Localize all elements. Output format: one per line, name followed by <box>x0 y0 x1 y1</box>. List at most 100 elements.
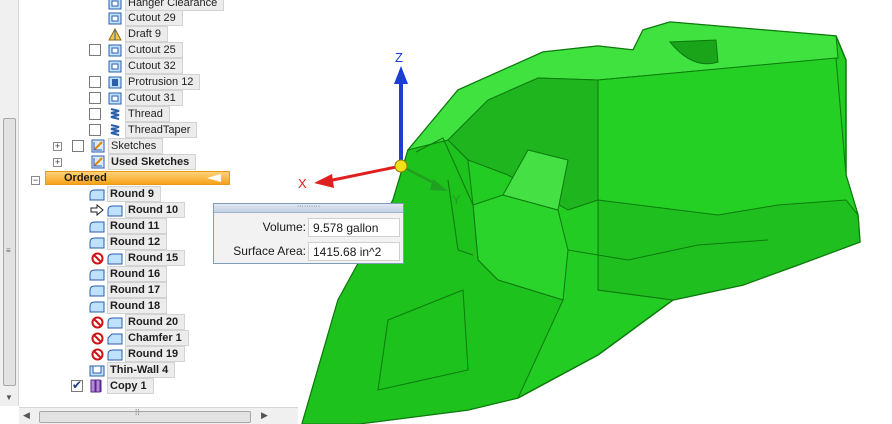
tree-item[interactable]: Round 11 <box>89 218 167 234</box>
ordered-section-header[interactable]: Ordered <box>45 171 230 185</box>
tree-item[interactable]: Round 18 <box>89 298 168 314</box>
tree-item-label: Cutout 31 <box>125 90 183 106</box>
visibility-checkbox[interactable] <box>72 140 84 152</box>
ordered-collapse[interactable]: − <box>31 172 40 188</box>
tree-item-label: Used Sketches <box>108 154 197 170</box>
tree-item-label: Cutout 32 <box>125 58 183 74</box>
copy-part-icon <box>89 379 105 393</box>
thread-icon <box>107 123 123 137</box>
rollback-bar-handle-icon[interactable] <box>207 174 221 182</box>
tree-item[interactable]: Round 19 <box>89 346 186 362</box>
cutout-icon <box>107 43 123 57</box>
tree-item-label: Thread <box>125 106 170 122</box>
tree-item-label: ThreadTaper <box>125 122 198 138</box>
tree-item-label: Copy 1 <box>107 378 154 394</box>
tree-item-label: Sketches <box>108 138 164 154</box>
cutout-icon <box>107 0 123 10</box>
protrusion-icon <box>107 75 123 89</box>
surface-area-label: Surface Area: <box>233 244 306 258</box>
tree-item-label: Round 16 <box>107 266 168 282</box>
popup-title-bar[interactable]: ·········· <box>214 203 403 213</box>
volume-value: 9.578 gallon <box>308 218 400 237</box>
round-icon <box>89 283 105 297</box>
visibility-checkbox[interactable] <box>89 124 101 136</box>
tree-item[interactable]: Thread <box>89 106 170 122</box>
tree-item-label: Round 10 <box>125 202 186 218</box>
round-icon <box>89 267 105 281</box>
round-icon <box>107 347 123 361</box>
round-icon <box>89 299 105 313</box>
failed-icon <box>89 331 105 345</box>
horizontal-scroll-thumb[interactable] <box>39 411 251 423</box>
tree-item[interactable]: Round 15 <box>89 250 186 266</box>
round-icon <box>107 315 123 329</box>
rollback-arrow-icon <box>89 203 105 217</box>
x-axis-label: X <box>298 176 307 191</box>
visibility-checkbox[interactable] <box>89 76 101 88</box>
round-icon <box>89 219 105 233</box>
draft-icon <box>107 27 123 41</box>
thread-icon <box>107 107 123 121</box>
tree-item-label: Round 15 <box>125 250 186 266</box>
round-icon <box>89 235 105 249</box>
tree-item-label: Round 19 <box>125 346 186 362</box>
scroll-grip-icon: ≡ <box>6 246 11 255</box>
surface-area-row: Surface Area: 1415.68 in^2 <box>214 241 403 261</box>
scroll-grip-icon: ⁞⁞ <box>135 408 140 417</box>
horizontal-scrollbar[interactable]: ◀ ⁞⁞ ▶ <box>19 407 298 424</box>
tree-item[interactable]: Cutout 29 <box>107 10 183 26</box>
tree-item[interactable]: Cutout 32 <box>107 58 183 74</box>
scroll-down-arrow-icon[interactable]: ▼ <box>5 393 13 402</box>
vertical-scrollbar[interactable]: ≡ ▼ <box>0 0 19 406</box>
tree-item[interactable]: Round 17 <box>89 282 168 298</box>
visibility-checkbox[interactable] <box>89 44 101 56</box>
failed-icon <box>89 315 105 329</box>
tree-item-label: Round 12 <box>107 234 168 250</box>
tree-item-label: Round 11 <box>107 218 167 234</box>
tree-item[interactable]: Protrusion 12 <box>89 74 201 90</box>
round-icon <box>89 187 105 201</box>
tree-item-used-sketches[interactable]: + Used Sketches <box>53 154 197 170</box>
cutout-icon <box>107 91 123 105</box>
round-icon <box>107 251 123 265</box>
tree-item-label: Draft 9 <box>125 26 169 42</box>
expand-plus-icon[interactable]: + <box>53 141 62 151</box>
tree-item-label: Chamfer 1 <box>125 330 189 346</box>
tree-item[interactable]: Round 16 <box>89 266 168 282</box>
cutout-icon <box>107 59 123 73</box>
tree-item[interactable]: ThreadTaper <box>89 122 198 138</box>
tree-item-label: Protrusion 12 <box>125 74 201 90</box>
tree-item[interactable]: Cutout 31 <box>89 90 183 106</box>
expand-plus-icon[interactable]: + <box>53 157 62 167</box>
tree-item-label: Cutout 25 <box>125 42 183 58</box>
cutout-icon <box>107 11 123 25</box>
tree-item[interactable]: Thin-Wall 4 <box>89 362 176 378</box>
visibility-checkbox[interactable] <box>89 92 101 104</box>
failed-icon <box>89 347 105 361</box>
physical-properties-popup[interactable]: ·········· Volume: 9.578 gallon Surface … <box>213 203 404 264</box>
tree-item[interactable]: Draft 9 <box>107 26 169 42</box>
tree-item-label: Thin-Wall 4 <box>107 362 176 378</box>
scroll-left-arrow-icon[interactable]: ◀ <box>23 410 30 421</box>
visibility-checkbox[interactable] <box>89 108 101 120</box>
sketch-icon <box>90 139 106 153</box>
collapse-minus-icon[interactable]: − <box>31 175 40 185</box>
tree-item[interactable]: Round 12 <box>89 234 168 250</box>
visibility-checkbox[interactable] <box>71 378 83 392</box>
y-axis-label: Y <box>452 192 461 207</box>
failed-icon <box>89 251 105 265</box>
tree-item-label: Round 9 <box>107 186 161 202</box>
tree-item-label: Round 18 <box>107 298 168 314</box>
tree-item-sketches[interactable]: + Sketches <box>53 138 164 154</box>
tree-item[interactable]: Cutout 25 <box>89 42 183 58</box>
volume-row: Volume: 9.578 gallon <box>214 217 403 237</box>
sketch-icon <box>90 155 106 169</box>
z-axis-label: Z <box>395 50 403 65</box>
tree-item[interactable]: Chamfer 1 <box>89 330 189 346</box>
tree-item[interactable]: Copy 1 <box>71 378 154 394</box>
tree-item[interactable]: Round 10 <box>89 202 186 218</box>
scroll-right-arrow-icon[interactable]: ▶ <box>261 410 268 421</box>
tree-item[interactable]: Round 9 <box>89 186 161 202</box>
thinwall-icon <box>89 363 105 377</box>
tree-item[interactable]: Round 20 <box>89 314 186 330</box>
